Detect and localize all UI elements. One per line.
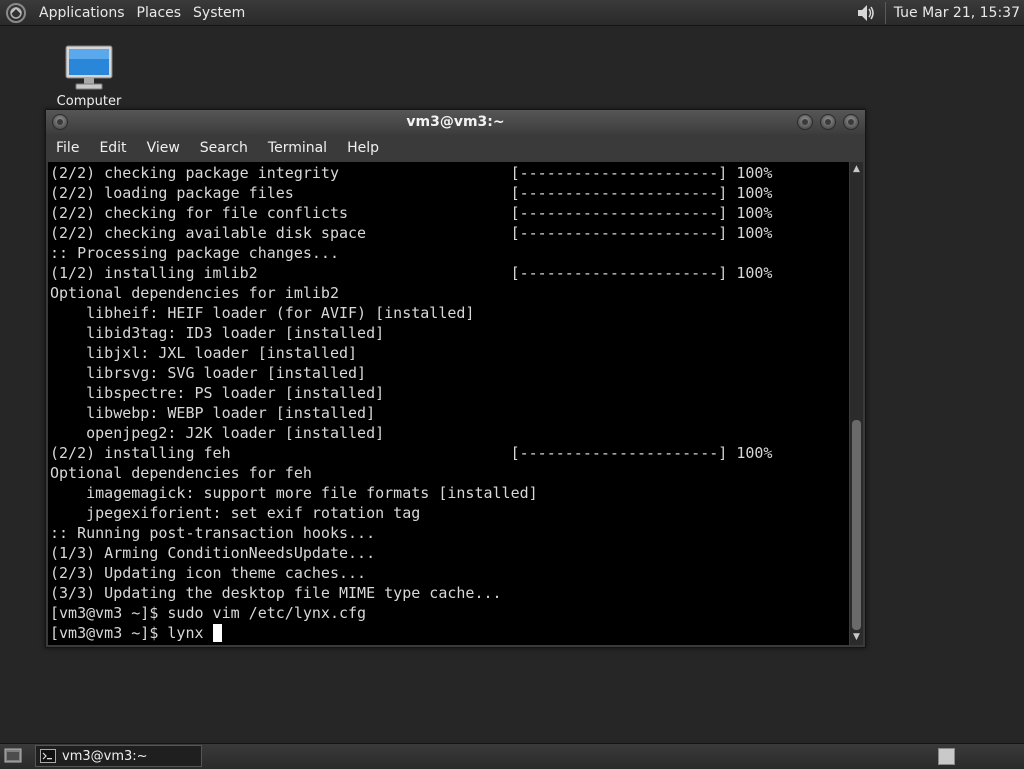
terminal-line: [vm3@vm3 ~]$ sudo vim /etc/lynx.cfg: [50, 604, 367, 622]
terminal-line: Optional dependencies for feh: [50, 464, 312, 482]
desktop-icon-computer[interactable]: Computer: [56, 44, 122, 109]
terminal-window: vm3@vm3:~ File Edit View Search Terminal…: [45, 109, 866, 648]
terminal-line: (1/3) Arming ConditionNeedsUpdate...: [50, 544, 376, 562]
menu-terminal[interactable]: Terminal: [258, 135, 337, 161]
terminal-line: :: Running post-transaction hooks...: [50, 524, 376, 542]
terminal-line: libheif: HEIF loader (for AVIF) [install…: [50, 304, 475, 322]
terminal-line: :: Processing package changes...: [50, 244, 339, 262]
terminal-line: (2/3) Updating icon theme caches...: [50, 564, 367, 582]
terminal-line: Optional dependencies for imlib2: [50, 284, 339, 302]
terminal-line: imagemagick: support more file formats […: [50, 484, 538, 502]
terminal-line: (2/2) checking available disk space [---…: [50, 224, 773, 242]
text-cursor: [212, 624, 222, 642]
terminal-line: libspectre: PS loader [installed]: [50, 384, 385, 402]
terminal-line: (2/2) checking for file conflicts [-----…: [50, 204, 773, 222]
terminal-line: libwebp: WEBP loader [installed]: [50, 404, 376, 422]
terminal-prompt-line[interactable]: [vm3@vm3 ~]$ lynx: [50, 623, 849, 643]
clock[interactable]: Tue Mar 21, 15:37: [894, 5, 1020, 21]
terminal-scrollbar[interactable]: ▲ ▼: [850, 162, 863, 645]
scroll-up-arrow-icon[interactable]: ▲: [851, 164, 862, 175]
terminal-line: libjxl: JXL loader [installed]: [50, 344, 358, 362]
terminal-line: jpegexiforient: set exif rotation tag: [50, 504, 421, 522]
panel-separator: [884, 1, 886, 24]
bottom-panel: vm3@vm3:~: [0, 743, 1024, 769]
terminal-menubar: File Edit View Search Terminal Help: [46, 135, 865, 161]
places-menu[interactable]: Places: [131, 2, 188, 24]
show-desktop-icon[interactable]: [4, 748, 22, 764]
terminal-line: (1/2) installing imlib2 [---------------…: [50, 264, 773, 282]
maximize-button[interactable]: [820, 114, 836, 130]
system-menu[interactable]: System: [187, 2, 251, 24]
terminal-line: librsvg: SVG loader [installed]: [50, 364, 367, 382]
window-title: vm3@vm3:~: [406, 114, 505, 130]
applications-menu[interactable]: Applications: [33, 2, 131, 24]
top-panel: Applications Places System Tue Mar 21, 1…: [0, 0, 1024, 26]
taskbar-button-terminal[interactable]: vm3@vm3:~: [35, 745, 202, 767]
scroll-down-arrow-icon[interactable]: ▼: [851, 632, 862, 643]
terminal-line: openjpeg2: J2K loader [installed]: [50, 424, 385, 442]
computer-icon: [65, 45, 113, 90]
menu-search[interactable]: Search: [190, 135, 258, 161]
menu-file[interactable]: File: [46, 135, 89, 161]
terminal-prompt: [vm3@vm3 ~]$ lynx: [50, 624, 213, 642]
volume-icon[interactable]: [855, 2, 877, 24]
scrollbar-thumb[interactable]: [852, 420, 861, 630]
distro-logo-icon[interactable]: [5, 2, 27, 24]
terminal-line: (2/2) checking package integrity [------…: [50, 164, 773, 182]
minimize-button[interactable]: [797, 114, 813, 130]
terminal-line: (2/2) loading package files [-----------…: [50, 184, 773, 202]
terminal-icon: [40, 749, 56, 763]
close-button[interactable]: [843, 114, 859, 130]
desktop-icon-label: Computer: [56, 94, 122, 109]
window-titlebar[interactable]: vm3@vm3:~: [46, 110, 865, 134]
terminal-line: libid3tag: ID3 loader [installed]: [50, 324, 385, 342]
terminal-output[interactable]: (2/2) checking package integrity [------…: [48, 162, 849, 645]
menu-view[interactable]: View: [137, 135, 190, 161]
menu-edit[interactable]: Edit: [89, 135, 136, 161]
terminal-line: (2/2) installing feh [------------------…: [50, 444, 773, 462]
workspace-switcher[interactable]: [938, 748, 955, 765]
taskbar-button-label: vm3@vm3:~: [62, 748, 148, 764]
terminal-line: (3/3) Updating the desktop file MIME typ…: [50, 584, 502, 602]
menu-help[interactable]: Help: [337, 135, 389, 161]
panel-tray: Tue Mar 21, 15:37: [855, 0, 1024, 25]
